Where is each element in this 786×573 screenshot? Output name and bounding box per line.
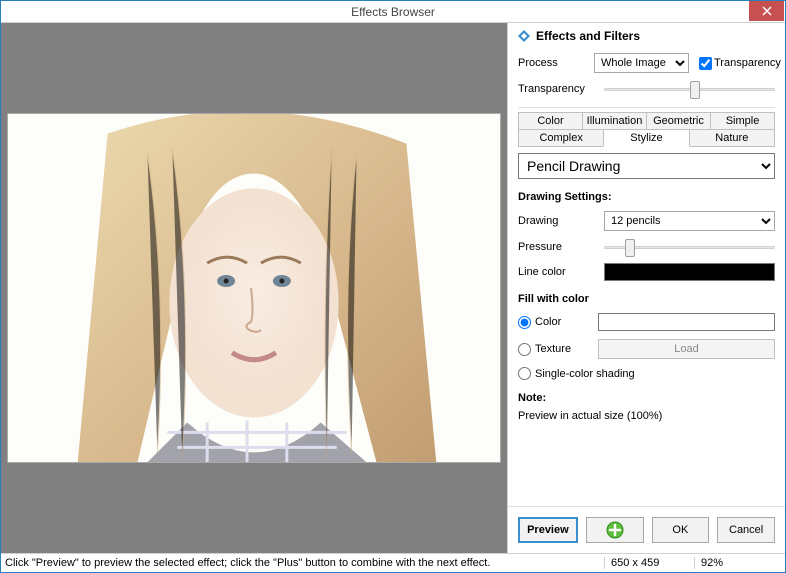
pressure-label: Pressure — [518, 241, 598, 253]
preview-button[interactable]: Preview — [518, 517, 578, 543]
fill-texture-radio-wrap[interactable]: Texture — [518, 343, 598, 356]
fill-color-radio-wrap[interactable]: Color — [518, 316, 598, 329]
fill-title: Fill with color — [518, 293, 775, 305]
fill-single-radio[interactable] — [518, 367, 531, 380]
status-message: Click "Preview" to preview the selected … — [1, 557, 605, 569]
note-label: Note: — [518, 392, 775, 404]
status-dimensions: 650 x 459 — [605, 557, 695, 569]
title-bar: Effects Browser — [1, 1, 785, 23]
tab-illumination[interactable]: Illumination — [582, 112, 647, 130]
close-icon — [762, 6, 772, 16]
drawing-settings-title: Drawing Settings: — [518, 191, 775, 203]
status-bar: Click "Preview" to preview the selected … — [1, 554, 785, 572]
line-color-label: Line color — [518, 266, 598, 278]
fill-color-radio[interactable] — [518, 316, 531, 329]
tab-nature[interactable]: Nature — [689, 129, 775, 147]
fill-texture-radio[interactable] — [518, 343, 531, 356]
panel-header: Effects and Filters — [518, 29, 775, 43]
preview-image — [7, 113, 501, 463]
transparency-slider-label: Transparency — [518, 83, 598, 95]
effects-panel: Effects and Filters Process Whole Image … — [508, 23, 785, 553]
close-button[interactable] — [749, 1, 784, 21]
cancel-button[interactable]: Cancel — [717, 517, 775, 543]
drawing-select[interactable]: 12 pencils — [604, 211, 775, 231]
fill-color-swatch[interactable] — [598, 313, 775, 331]
drawing-label: Drawing — [518, 215, 598, 227]
plus-icon — [606, 521, 624, 539]
plus-button[interactable] — [586, 517, 644, 543]
diamond-icon — [518, 30, 530, 42]
line-color-swatch[interactable] — [604, 263, 775, 281]
tab-simple[interactable]: Simple — [710, 112, 775, 130]
tab-geometric[interactable]: Geometric — [646, 112, 711, 130]
note-text: Preview in actual size (100%) — [518, 410, 775, 422]
effect-category-tabs: Color Illumination Geometric Simple Comp… — [518, 112, 775, 147]
transparency-checkbox[interactable] — [699, 57, 712, 70]
process-select[interactable]: Whole Image — [594, 53, 689, 73]
status-zoom: 92% — [695, 557, 785, 569]
effect-select[interactable]: Pencil Drawing — [518, 153, 775, 179]
load-texture-button[interactable]: Load — [598, 339, 775, 359]
tab-color[interactable]: Color — [518, 112, 583, 130]
pressure-slider[interactable] — [604, 237, 775, 257]
transparency-slider[interactable] — [604, 79, 775, 99]
preview-area — [1, 23, 508, 553]
fill-single-radio-wrap[interactable]: Single-color shading — [518, 367, 635, 380]
tab-complex[interactable]: Complex — [518, 129, 604, 147]
window-title: Effects Browser — [351, 5, 435, 19]
action-buttons: Preview OK Cancel — [508, 506, 785, 553]
process-label: Process — [518, 57, 588, 69]
transparency-checkbox-wrap[interactable]: Transparency — [695, 57, 775, 70]
ok-button[interactable]: OK — [652, 517, 710, 543]
tab-stylize[interactable]: Stylize — [603, 129, 689, 147]
